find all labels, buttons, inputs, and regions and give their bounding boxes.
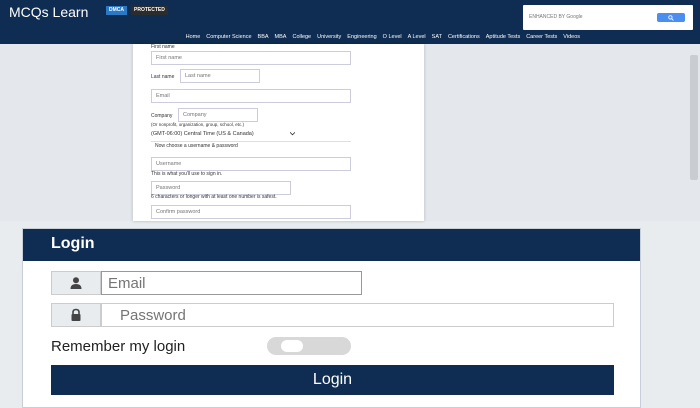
nav-college[interactable]: College <box>292 32 311 43</box>
remember-toggle[interactable] <box>267 337 351 355</box>
search-box <box>523 5 693 30</box>
timezone-select[interactable]: (GMT-06:00) Central Time (US & Canada) <box>151 129 299 139</box>
first-name-input[interactable] <box>151 51 351 65</box>
email-row <box>51 271 614 295</box>
login-email-input[interactable] <box>101 271 362 295</box>
nav-career-tests[interactable]: Career Tests <box>526 32 557 43</box>
page-background-right <box>425 44 700 221</box>
password-icon-box <box>51 303 101 327</box>
login-title: Login <box>51 235 95 252</box>
last-name-label: Last name <box>151 74 175 80</box>
site-header: MCQs Learn DMCA PROTECTED Home Computer … <box>0 0 700 44</box>
password-row <box>51 303 614 327</box>
search-input[interactable] <box>529 11 654 23</box>
login-button[interactable]: Login <box>51 365 614 395</box>
nav-bba[interactable]: BBA <box>258 32 269 43</box>
email-icon-box <box>51 271 101 295</box>
company-input[interactable] <box>178 108 258 122</box>
nav-aptitude-tests[interactable]: Aptitude Tests <box>486 32 520 43</box>
login-card: Login Remember my login Login <box>22 228 641 408</box>
nav-home[interactable]: Home <box>186 32 201 43</box>
email-input[interactable] <box>151 89 351 103</box>
search-button[interactable] <box>657 13 685 22</box>
password-input[interactable] <box>151 181 291 195</box>
nav-videos[interactable]: Videos <box>563 32 580 43</box>
nav-a-level[interactable]: A Level <box>408 32 426 43</box>
company-label: Company <box>151 113 173 119</box>
nav-o-level[interactable]: O Level <box>383 32 402 43</box>
search-icon <box>668 14 674 21</box>
company-hint: (Or nonprofit, organization, group, scho… <box>151 122 245 127</box>
nav-engineering[interactable]: Engineering <box>347 32 376 43</box>
first-name-label: First name <box>151 44 175 50</box>
login-header: Login <box>23 229 640 261</box>
nav-sat[interactable]: SAT <box>432 32 442 43</box>
lock-icon <box>71 308 81 321</box>
confirm-password-input[interactable] <box>151 205 351 219</box>
dmca-badge[interactable]: DMCA <box>106 6 127 15</box>
scrollbar[interactable] <box>690 55 698 180</box>
nav-computer-science[interactable]: Computer Science <box>206 32 251 43</box>
login-password-input[interactable] <box>101 303 614 327</box>
page-background-left <box>0 44 132 221</box>
main-nav: Home Computer Science BBA MBA College Un… <box>0 32 700 43</box>
password-hint: 6 characters or longer with at least one… <box>151 194 277 200</box>
username-input[interactable] <box>151 157 351 171</box>
user-icon <box>70 277 82 289</box>
chevron-down-icon <box>290 132 295 136</box>
toggle-knob <box>281 340 303 352</box>
divider <box>151 141 351 142</box>
credentials-heading: Now choose a username & password <box>155 143 238 149</box>
username-hint: This is what you'll use to sign in. <box>151 171 223 177</box>
timezone-value: (GMT-06:00) Central Time (US & Canada) <box>151 131 254 137</box>
remember-label: Remember my login <box>51 338 186 355</box>
site-logo[interactable]: MCQs Learn <box>9 4 88 20</box>
nav-certifications[interactable]: Certifications <box>448 32 480 43</box>
protected-badge[interactable]: PROTECTED <box>131 6 168 15</box>
registration-form: First name Last name Company (Or nonprof… <box>133 44 424 221</box>
nav-university[interactable]: University <box>317 32 341 43</box>
nav-mba[interactable]: MBA <box>275 32 287 43</box>
last-name-input[interactable] <box>180 69 260 83</box>
